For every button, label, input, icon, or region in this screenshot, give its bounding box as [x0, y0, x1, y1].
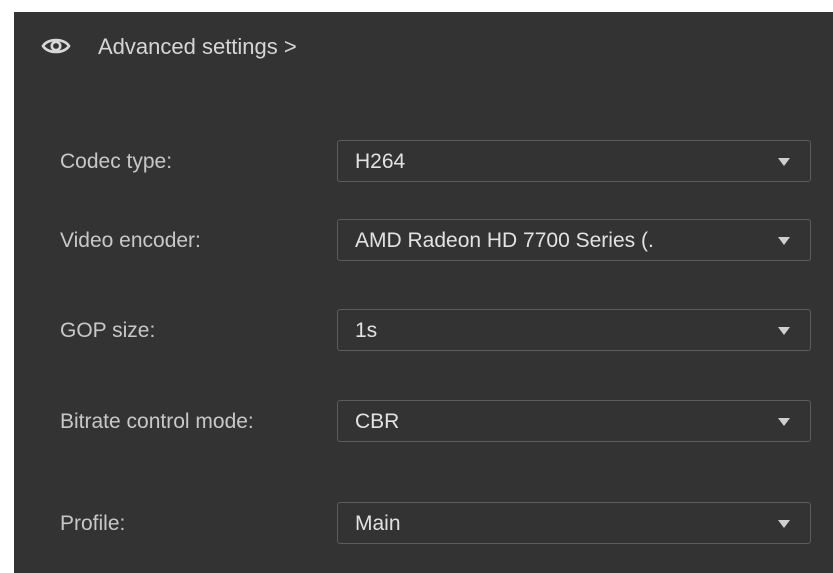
dropdown-arrow-icon [778, 418, 790, 426]
bitrate-control-mode-value: CBR [355, 410, 400, 433]
gop-size-value: 1s [355, 319, 378, 342]
profile-label: Profile: [60, 512, 126, 535]
codec-type-row: Codec type: H264 [14, 140, 833, 184]
eye-icon [41, 38, 71, 54]
codec-type-select[interactable]: H264 [337, 140, 811, 182]
advanced-settings-toggle[interactable]: Advanced settings > [14, 12, 833, 84]
advanced-settings-title: Advanced settings > [98, 34, 297, 59]
video-encoder-label: Video encoder: [60, 229, 201, 252]
dropdown-arrow-icon [778, 237, 790, 245]
dropdown-arrow-icon [778, 520, 790, 528]
gop-size-label: GOP size: [60, 319, 156, 342]
video-encoder-select[interactable]: AMD Radeon HD 7700 Series (. [337, 219, 811, 261]
bitrate-control-mode-select[interactable]: CBR [337, 400, 811, 442]
dropdown-arrow-icon [778, 158, 790, 166]
advanced-settings-panel: Advanced settings > Codec type: H264 Vid… [14, 12, 833, 573]
profile-row: Profile: Main [14, 502, 833, 546]
bitrate-control-mode-row: Bitrate control mode: CBR [14, 400, 833, 444]
codec-type-label: Codec type: [60, 150, 173, 173]
profile-select[interactable]: Main [337, 502, 811, 544]
bitrate-control-mode-label: Bitrate control mode: [60, 410, 254, 433]
gop-size-row: GOP size: 1s [14, 309, 833, 353]
gop-size-select[interactable]: 1s [337, 309, 811, 351]
video-encoder-value: AMD Radeon HD 7700 Series (. [355, 229, 654, 252]
video-encoder-row: Video encoder: AMD Radeon HD 7700 Series… [14, 219, 833, 263]
profile-value: Main [355, 512, 401, 535]
dropdown-arrow-icon [778, 327, 790, 335]
codec-type-value: H264 [355, 150, 406, 173]
